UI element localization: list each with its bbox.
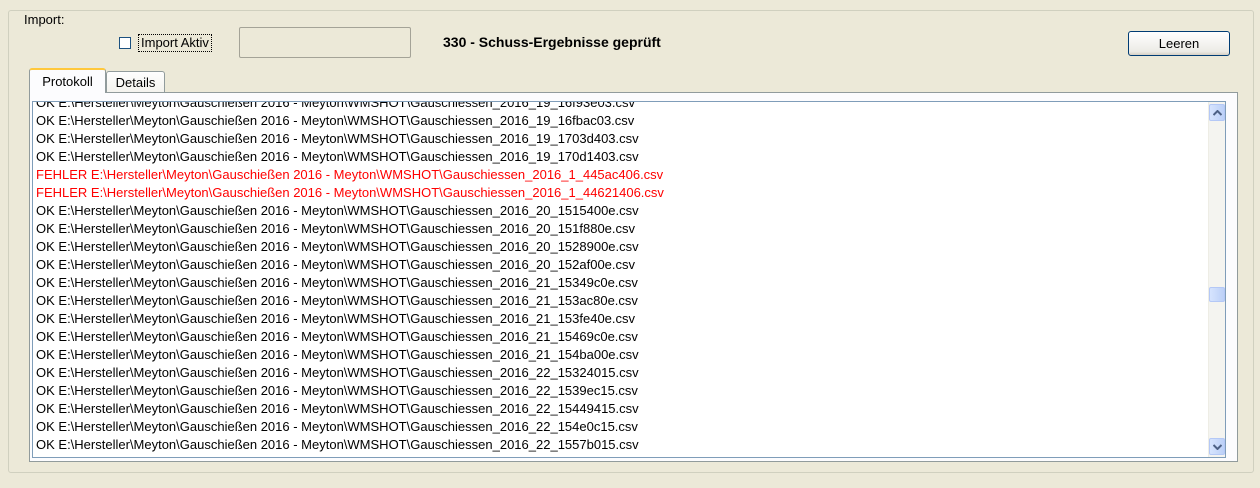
- log-line[interactable]: OK E:\Hersteller\Meyton\Gauschießen 2016…: [36, 346, 1207, 364]
- log-line[interactable]: OK E:\Hersteller\Meyton\Gauschießen 2016…: [36, 112, 1207, 130]
- import-active-label[interactable]: Import Aktiv: [138, 34, 212, 52]
- log-line[interactable]: OK E:\Hersteller\Meyton\Gauschießen 2016…: [36, 400, 1207, 418]
- tab-protokoll[interactable]: Protokoll: [29, 68, 106, 93]
- log-line[interactable]: OK E:\Hersteller\Meyton\Gauschießen 2016…: [36, 202, 1207, 220]
- log-line[interactable]: OK E:\Hersteller\Meyton\Gauschießen 2016…: [36, 328, 1207, 346]
- log-line[interactable]: OK E:\Hersteller\Meyton\Gauschießen 2016…: [36, 382, 1207, 400]
- import-progress-field: [239, 27, 411, 58]
- log-line[interactable]: OK E:\Hersteller\Meyton\Gauschießen 2016…: [36, 102, 1207, 112]
- import-status-text: 330 - Schuss-Ergebnisse geprüft: [443, 34, 661, 50]
- log-line[interactable]: OK E:\Hersteller\Meyton\Gauschießen 2016…: [36, 310, 1207, 328]
- scroll-up-button[interactable]: [1209, 104, 1225, 121]
- log-line[interactable]: OK E:\Hersteller\Meyton\Gauschießen 2016…: [36, 274, 1207, 292]
- log-line[interactable]: OK E:\Hersteller\Meyton\Gauschießen 2016…: [36, 436, 1207, 454]
- protokoll-tab-panel: OK E:\Hersteller\Meyton\Gauschießen 2016…: [29, 92, 1238, 462]
- import-active-checkbox-box[interactable]: [119, 37, 131, 49]
- log-line[interactable]: OK E:\Hersteller\Meyton\Gauschießen 2016…: [36, 238, 1207, 256]
- log-line[interactable]: OK E:\Hersteller\Meyton\Gauschießen 2016…: [36, 292, 1207, 310]
- scroll-thumb[interactable]: [1209, 287, 1225, 303]
- tab-details[interactable]: Details: [106, 71, 165, 92]
- scroll-down-arrow-icon: [1212, 443, 1222, 450]
- log-line[interactable]: FEHLER E:\Hersteller\Meyton\Gauschießen …: [36, 184, 1207, 202]
- log-line[interactable]: OK E:\Hersteller\Meyton\Gauschießen 2016…: [36, 256, 1207, 274]
- log-line[interactable]: OK E:\Hersteller\Meyton\Gauschießen 2016…: [36, 364, 1207, 382]
- log-line[interactable]: OK E:\Hersteller\Meyton\Gauschießen 2016…: [36, 418, 1207, 436]
- log-line[interactable]: OK E:\Hersteller\Meyton\Gauschießen 2016…: [36, 148, 1207, 166]
- log-line[interactable]: OK E:\Hersteller\Meyton\Gauschießen 2016…: [36, 220, 1207, 238]
- clear-button[interactable]: Leeren: [1128, 31, 1230, 56]
- import-group-title: Import:: [22, 12, 67, 27]
- scroll-up-arrow-icon: [1212, 109, 1222, 116]
- import-active-checkbox[interactable]: Import Aktiv: [119, 34, 212, 52]
- scroll-down-button[interactable]: [1209, 438, 1225, 455]
- log-lines: OK E:\Hersteller\Meyton\Gauschießen 2016…: [36, 102, 1207, 454]
- log-line[interactable]: FEHLER E:\Hersteller\Meyton\Gauschießen …: [36, 166, 1207, 184]
- log-line[interactable]: OK E:\Hersteller\Meyton\Gauschießen 2016…: [36, 130, 1207, 148]
- log-scrollbar[interactable]: [1208, 102, 1225, 457]
- log-listbox[interactable]: OK E:\Hersteller\Meyton\Gauschießen 2016…: [32, 101, 1226, 458]
